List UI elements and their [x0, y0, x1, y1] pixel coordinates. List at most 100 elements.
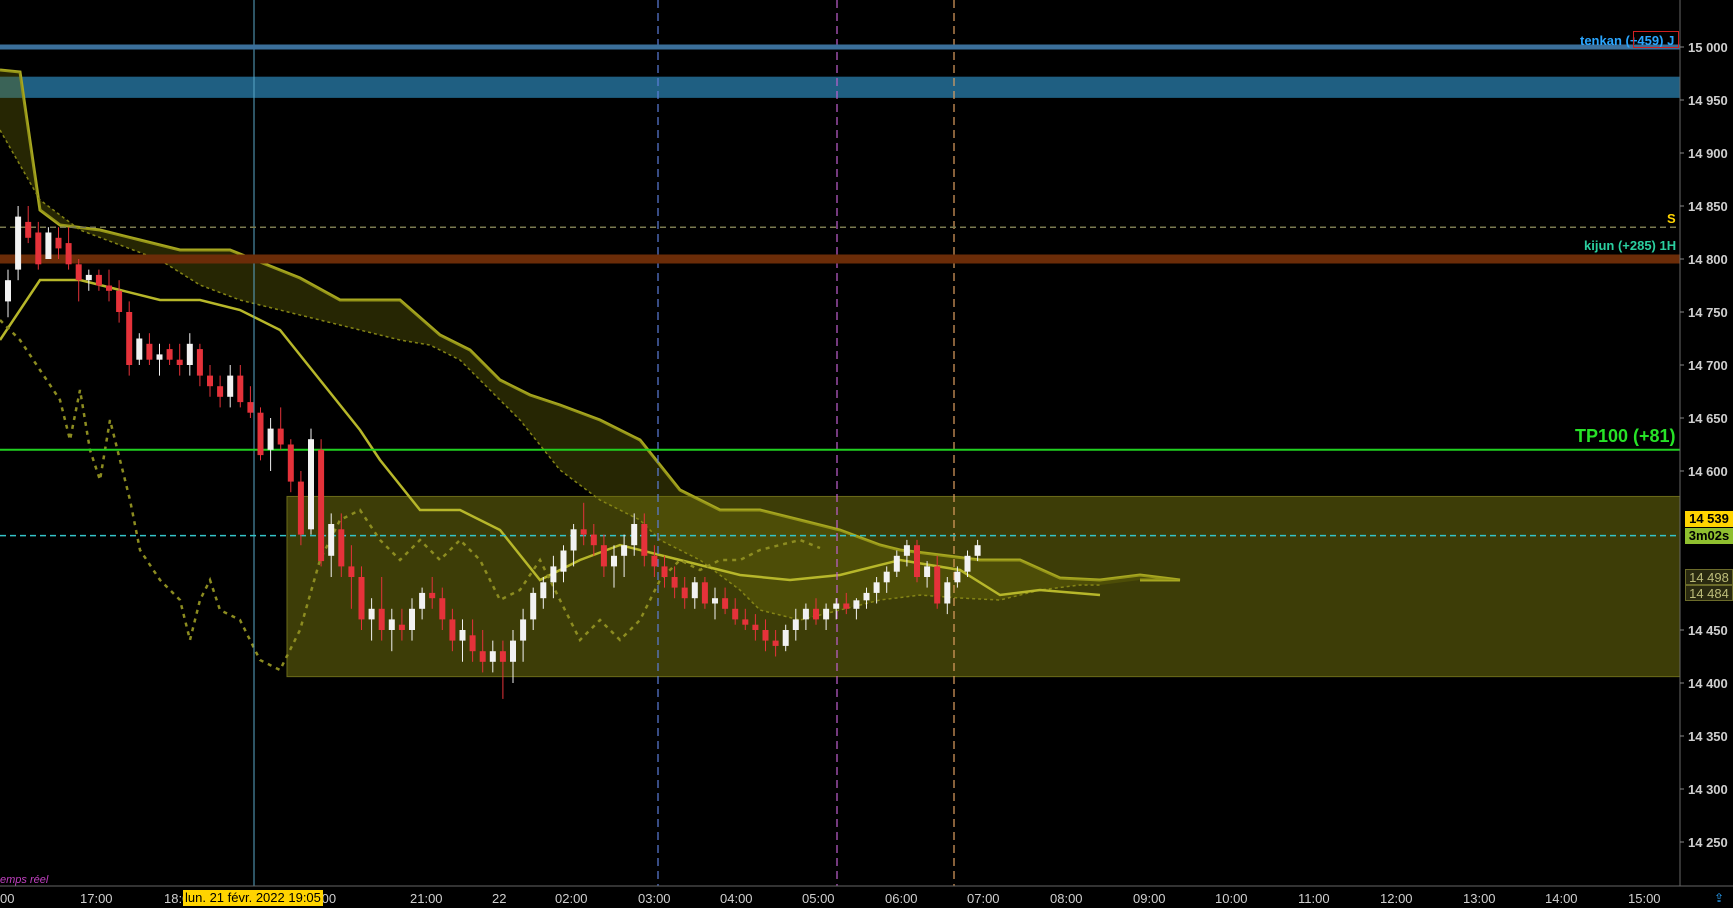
candle-body: [5, 280, 11, 302]
candle-body: [510, 640, 516, 662]
resistance-zone: [0, 76, 1680, 98]
candle-body: [924, 566, 931, 577]
candle-body: [762, 630, 769, 641]
price-tick-label: 14 700: [1688, 358, 1728, 373]
candle-body: [459, 630, 466, 641]
price-tag-14484: 14 484: [1685, 585, 1733, 601]
candle-body: [85, 274, 92, 281]
price-tick-label: 14 800: [1688, 252, 1728, 267]
candle-body: [287, 444, 294, 482]
candle-body: [499, 651, 506, 662]
candle-body: [388, 619, 395, 630]
time-tick-label: 07:00: [967, 891, 1000, 906]
price-tick-label: 14 350: [1688, 729, 1728, 744]
candle-body: [540, 582, 547, 599]
candle-body: [15, 216, 22, 270]
candle-body: [671, 577, 678, 588]
candle-body: [35, 232, 42, 265]
price-chart[interactable]: 15 000 14 950 14 900 14 850 14 800 14 750 14 7…: [0, 0, 1733, 908]
candle-body: [116, 290, 123, 312]
price-tag-14498: 14 498: [1685, 569, 1733, 585]
candle-body: [469, 635, 476, 652]
candle-body: [146, 343, 153, 360]
candle-body: [368, 608, 375, 620]
candle-body: [661, 566, 668, 577]
candle-body: [944, 582, 951, 604]
time-tick-label: 03:00: [638, 891, 671, 906]
candle-body: [126, 312, 133, 365]
candle-body: [176, 359, 183, 365]
time-tick-label: 12:00: [1380, 891, 1413, 906]
candle-body: [843, 603, 850, 609]
tp-level-label: TP100 (+81): [1575, 426, 1676, 446]
time-tick-label: 06:00: [885, 891, 918, 906]
candle-body: [954, 571, 961, 583]
kijun-label: kijun (+285) 1H: [1584, 238, 1677, 253]
price-axis: 15 000 14 950 14 900 14 850 14 800 14 750 14 7…: [1679, 0, 1733, 908]
candle-body: [166, 349, 173, 360]
price-tick-label: 14 450: [1688, 623, 1728, 638]
time-tick-label: 22: [492, 891, 506, 906]
candle-body: [590, 534, 597, 546]
candle-body: [782, 630, 789, 646]
candle-body: [520, 619, 527, 641]
candle-body: [833, 603, 840, 609]
realtime-label: emps réel: [0, 874, 49, 886]
price-tick-label: 14 750: [1688, 305, 1728, 320]
candle-body: [55, 237, 62, 249]
countdown-tag: 3m02s: [1685, 528, 1733, 544]
price-tick-label: 15 000: [1688, 40, 1728, 55]
candle-body: [853, 600, 860, 609]
time-tick-label: 15:00: [1628, 891, 1661, 906]
time-tick-label: 00: [0, 891, 14, 906]
candle-body: [691, 582, 698, 599]
candle-body: [863, 592, 870, 601]
time-tick-label: 05:00: [802, 891, 835, 906]
time-tick-label: 17:00: [80, 891, 113, 906]
candle-body: [823, 608, 830, 620]
tenkan-badge: [1633, 31, 1679, 48]
candle-body: [974, 545, 981, 556]
time-tick-label: 08:00: [1050, 891, 1083, 906]
candle-body: [651, 555, 658, 567]
candle-body: [681, 587, 688, 599]
candle-body: [560, 550, 567, 572]
time-tick-label: 11:00: [1298, 891, 1330, 906]
candle-body: [934, 566, 941, 604]
candle-body: [802, 608, 809, 620]
candle-body: [398, 624, 405, 630]
candle-body: [247, 402, 254, 413]
candle-body: [580, 529, 587, 535]
candle-body: [429, 592, 436, 599]
price-tick-label: 14 400: [1688, 676, 1728, 691]
candle-body: [267, 428, 274, 450]
candle-body: [257, 412, 264, 456]
candle-body: [883, 571, 890, 583]
candle-body: [186, 343, 193, 365]
expand-icon[interactable]: ⇪: [1710, 891, 1728, 905]
candle-body: [196, 349, 203, 376]
candle-body: [873, 582, 880, 593]
candle-body: [75, 264, 82, 281]
time-tick-label: 14:00: [1545, 891, 1578, 906]
candle-body: [621, 545, 628, 556]
candle-body: [328, 524, 335, 556]
candle-body: [964, 555, 971, 572]
candle-body: [701, 582, 708, 604]
candle-body: [550, 566, 557, 583]
candle-body: [732, 608, 739, 620]
candle-body: [903, 545, 910, 556]
candle-body: [25, 221, 32, 238]
candle-body: [136, 338, 143, 360]
candle-body: [318, 449, 325, 562]
candle-body: [489, 651, 496, 662]
candle-body: [378, 608, 385, 630]
candle-body: [207, 375, 213, 387]
price-tick-label: 14 850: [1688, 199, 1728, 214]
time-tick-label: 02:00: [555, 891, 588, 906]
price-axis-bg: [1680, 0, 1733, 908]
candle-body: [611, 555, 617, 567]
candle-body: [530, 592, 537, 620]
candle-body: [338, 529, 345, 567]
candle-body: [419, 592, 426, 609]
